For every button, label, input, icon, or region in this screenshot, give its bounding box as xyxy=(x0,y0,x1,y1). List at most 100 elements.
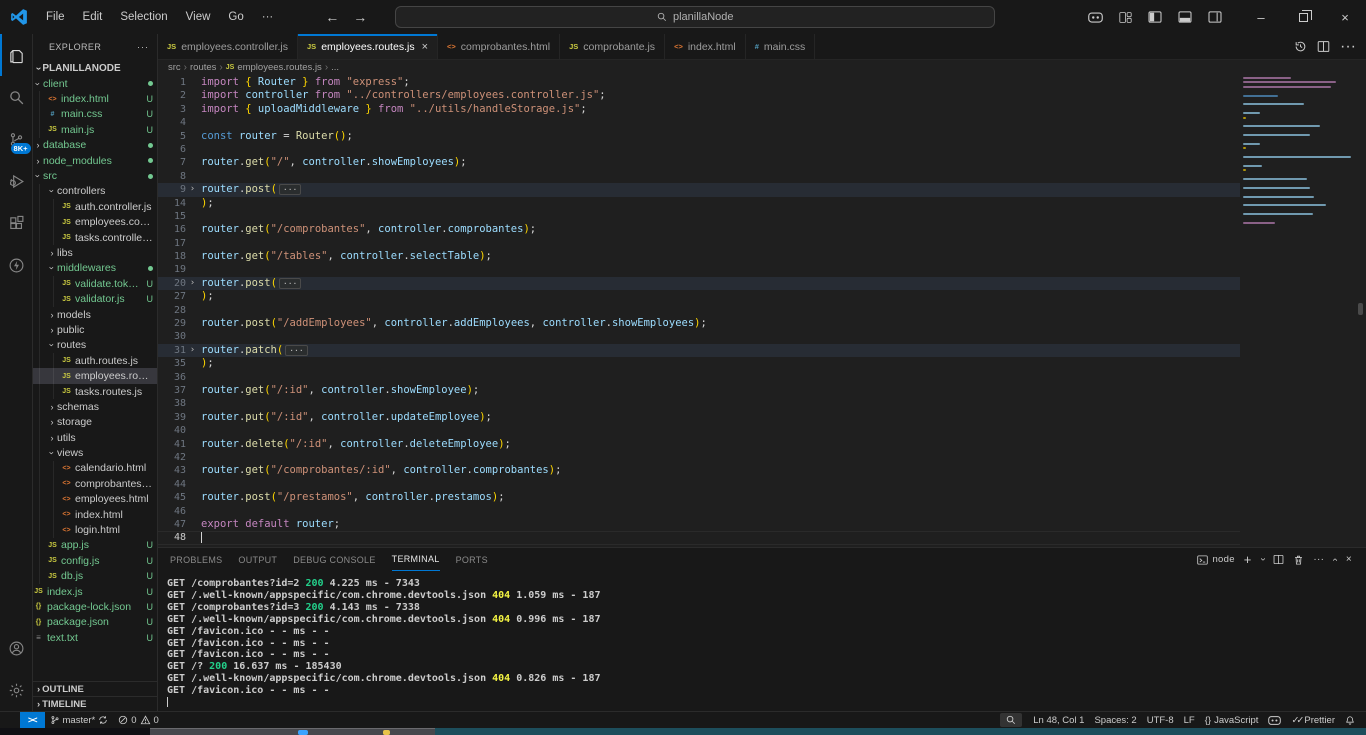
accounts-icon[interactable] xyxy=(0,627,33,669)
folded-region-badge[interactable]: ··· xyxy=(285,345,307,356)
maximize-panel-icon[interactable]: › xyxy=(1330,558,1341,562)
menu-selection[interactable]: Selection xyxy=(112,8,175,26)
panel-tab-problems[interactable]: PROBLEMS xyxy=(170,548,222,571)
tree-item-employees-html[interactable]: <>employees.html xyxy=(33,492,157,507)
tree-item-middlewares[interactable]: ›middlewares xyxy=(33,261,157,276)
customize-layout-icon[interactable] xyxy=(1112,6,1138,28)
tab-comprobantes.html[interactable]: <>comprobantes.html xyxy=(438,34,560,59)
notifications-bell-icon[interactable] xyxy=(1340,712,1360,728)
fold-chevron-icon[interactable]: › xyxy=(186,183,199,196)
minimap[interactable] xyxy=(1243,77,1355,231)
timeline-section[interactable]: › TIMELINE xyxy=(33,696,157,711)
tree-item-index-html[interactable]: <>index.html xyxy=(33,507,157,522)
panel-tab-terminal[interactable]: TERMINAL xyxy=(392,548,440,571)
tree-item-package-json[interactable]: {}package.jsonU xyxy=(33,615,157,630)
tree-item-employees-routes-js[interactable]: JSemployees.routes.js xyxy=(33,368,157,383)
breadcrumb-item[interactable]: routes xyxy=(190,62,216,73)
tab-comprobante.js[interactable]: JScomprobante.js xyxy=(560,34,665,59)
tree-item-storage[interactable]: ›storage xyxy=(33,415,157,430)
language-mode-item[interactable]: {} JavaScript xyxy=(1200,712,1264,728)
extensions-icon[interactable] xyxy=(0,202,33,244)
tree-item-node-modules[interactable]: ›node_modules xyxy=(33,153,157,168)
command-center-search[interactable]: planillaNode xyxy=(395,6,995,28)
folded-region-badge[interactable]: ··· xyxy=(279,184,301,195)
tree-item-db-js[interactable]: JSdb.jsU xyxy=(33,569,157,584)
screencast-zoom-indicator[interactable] xyxy=(1000,713,1022,727)
tree-item-app-js[interactable]: JSapp.jsU xyxy=(33,538,157,553)
cursor-position-item[interactable]: Ln 48, Col 1 xyxy=(1028,712,1089,728)
tree-item-routes[interactable]: ›routes xyxy=(33,338,157,353)
breadcrumb-item[interactable]: ... xyxy=(331,62,339,73)
panel-tab-ports[interactable]: PORTS xyxy=(456,548,488,571)
copilot-status-icon[interactable] xyxy=(1263,712,1286,728)
copilot-icon[interactable] xyxy=(1082,6,1108,28)
breadcrumb-item[interactable]: src xyxy=(168,62,181,73)
menu-go[interactable]: Go xyxy=(220,8,251,26)
indentation-item[interactable]: Spaces: 2 xyxy=(1089,712,1141,728)
tree-item-models[interactable]: ›models xyxy=(33,307,157,322)
close-tab-icon[interactable]: × xyxy=(422,41,428,53)
tree-item-validator-js[interactable]: JSvalidator.jsU xyxy=(33,291,157,306)
restore-button[interactable] xyxy=(1282,0,1324,34)
folded-region-badge[interactable]: ··· xyxy=(279,278,301,289)
panel-more-actions-icon[interactable]: ··· xyxy=(1313,554,1324,565)
tree-item-employees-controll-[interactable]: JSemployees.controll... xyxy=(33,215,157,230)
encoding-item[interactable]: UTF-8 xyxy=(1142,712,1179,728)
tab-main.css[interactable]: #main.css xyxy=(746,34,816,59)
tree-item-tasks-routes-js[interactable]: JStasks.routes.js xyxy=(33,384,157,399)
tree-item-libs[interactable]: ›libs xyxy=(33,245,157,260)
outline-section[interactable]: › OUTLINE xyxy=(33,681,157,696)
tree-item-validate-token-[interactable]: JSvalidate.token...U xyxy=(33,276,157,291)
kill-terminal-icon[interactable] xyxy=(1293,554,1304,566)
tree-item-main-js[interactable]: JSmain.jsU xyxy=(33,122,157,137)
more-actions-icon[interactable]: ··· xyxy=(1340,38,1356,56)
tree-item-login-html[interactable]: <>login.html xyxy=(33,522,157,537)
eol-item[interactable]: LF xyxy=(1179,712,1200,728)
thunder-client-icon[interactable] xyxy=(0,244,33,286)
terminal-instance-label[interactable]: node xyxy=(1197,554,1234,565)
toggle-panel-icon[interactable] xyxy=(1172,6,1198,28)
breadcrumb-item[interactable]: employees.routes.js xyxy=(237,62,321,73)
tree-item-views[interactable]: ›views xyxy=(33,445,157,460)
tree-item-public[interactable]: ›public xyxy=(33,322,157,337)
search-sidebar-icon[interactable] xyxy=(0,76,33,118)
tree-item-database[interactable]: ›database xyxy=(33,138,157,153)
settings-gear-icon[interactable] xyxy=(0,669,33,711)
tree-item-auth-routes-js[interactable]: JSauth.routes.js xyxy=(33,353,157,368)
explorer-more-actions[interactable]: ··· xyxy=(137,42,149,52)
tree-item-tasks-controller-js[interactable]: JStasks.controller.js xyxy=(33,230,157,245)
code-editor[interactable]: 1import { Router } from "express";2impor… xyxy=(158,75,1366,547)
run-debug-icon[interactable] xyxy=(0,160,33,202)
nav-forward-icon[interactable]: → xyxy=(349,9,371,25)
menu-file[interactable]: File xyxy=(38,8,73,26)
tree-item-package-lock-json[interactable]: {}package-lock.jsonU xyxy=(33,599,157,614)
editor-scrollbar[interactable] xyxy=(1355,75,1366,547)
tree-item-schemas[interactable]: ›schemas xyxy=(33,399,157,414)
tree-item-text-txt[interactable]: ≡text.txtU xyxy=(33,630,157,645)
tree-item-auth-controller-js[interactable]: JSauth.controller.js xyxy=(33,199,157,214)
fold-chevron-icon[interactable]: › xyxy=(186,344,199,357)
terminal-output[interactable]: GET /comprobantes?id=2 200 4.225 ms - 73… xyxy=(158,571,1366,711)
close-button[interactable]: × xyxy=(1324,0,1366,34)
panel-tab-debug-console[interactable]: DEBUG CONSOLE xyxy=(293,548,375,571)
git-branch-item[interactable]: master* xyxy=(45,712,114,728)
panel-tab-output[interactable]: OUTPUT xyxy=(238,548,277,571)
tab-index.html[interactable]: <>index.html xyxy=(665,34,746,59)
prettier-item[interactable]: ✓✓ Prettier xyxy=(1286,712,1340,728)
terminal-dropdown-icon[interactable]: › xyxy=(1257,558,1268,562)
source-control-icon[interactable]: 8K+ xyxy=(0,118,33,160)
tree-item-calendario-html[interactable]: <>calendario.html xyxy=(33,461,157,476)
close-panel-icon[interactable]: × xyxy=(1346,554,1352,565)
minimize-button[interactable]: – xyxy=(1240,0,1282,34)
menu-edit[interactable]: Edit xyxy=(75,8,111,26)
split-editor-icon[interactable] xyxy=(1317,40,1330,53)
tree-item-main-css[interactable]: #main.cssU xyxy=(33,107,157,122)
fold-chevron-icon[interactable]: › xyxy=(186,277,199,290)
tree-item-comprobantes-html[interactable]: <>comprobantes.html xyxy=(33,476,157,491)
breadcrumb[interactable]: src›routes›JSemployees.routes.js›... xyxy=(158,60,1366,75)
tree-item-index-js[interactable]: JSindex.jsU xyxy=(33,584,157,599)
tree-item-controllers[interactable]: ›controllers xyxy=(33,184,157,199)
tree-item-utils[interactable]: ›utils xyxy=(33,430,157,445)
tab-employees.routes.js[interactable]: JSemployees.routes.js× xyxy=(298,34,438,59)
tab-employees.controller.js[interactable]: JSemployees.controller.js xyxy=(158,34,298,59)
